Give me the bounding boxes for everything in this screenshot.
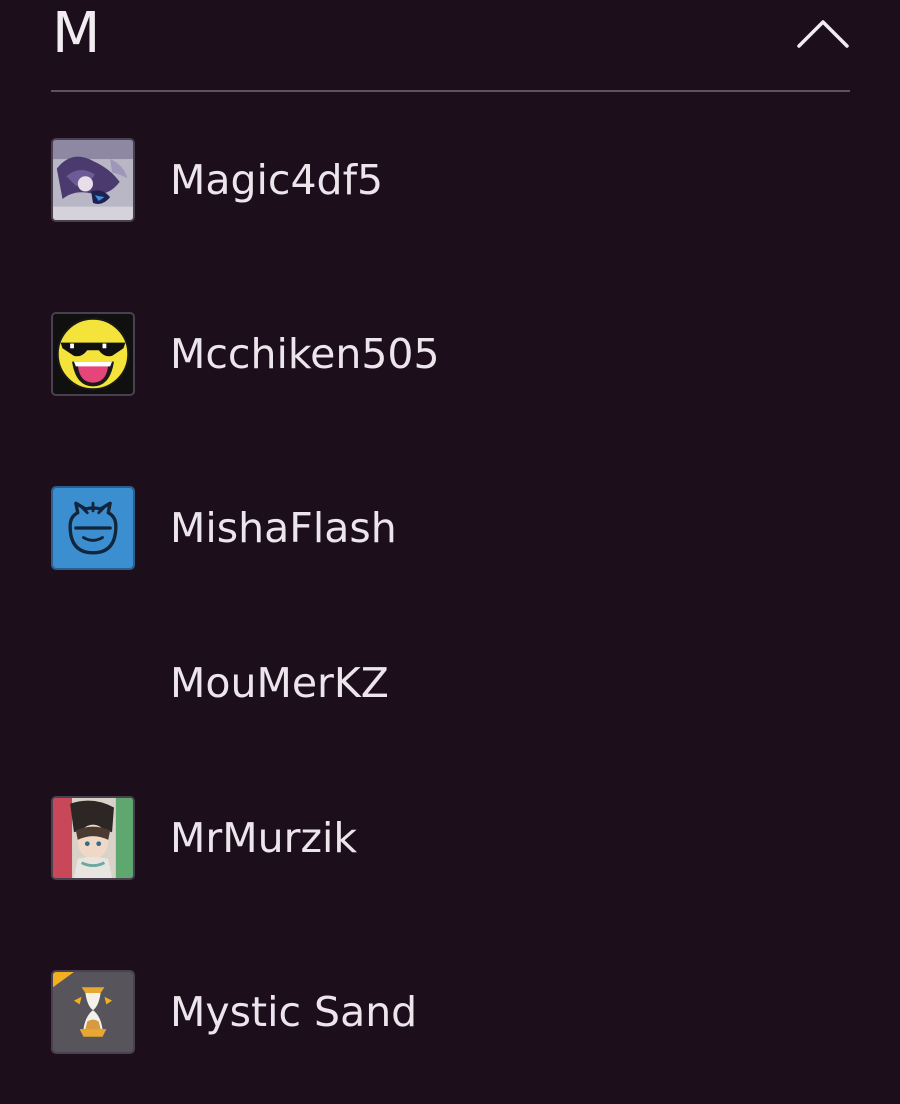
member-name[interactable]: Mystic Sand: [170, 988, 417, 1036]
member-row[interactable]: MishaFlash: [51, 486, 850, 570]
member-row[interactable]: Mcchiken505: [51, 312, 850, 396]
avatar[interactable]: [51, 486, 135, 570]
anime-character-avatar-icon: [53, 140, 133, 220]
avatar[interactable]: [51, 138, 135, 222]
hourglass-avatar-icon: [53, 972, 133, 1052]
blue-cat-face-avatar-icon: [53, 488, 133, 568]
avatar[interactable]: [51, 312, 135, 396]
member-name[interactable]: MouMerKZ: [170, 659, 389, 707]
chevron-up-icon[interactable]: [796, 12, 850, 56]
member-name[interactable]: Magic4df5: [170, 156, 383, 204]
member-list-screen: M Magic4df5 Mcchiken505 MishaFlash MouMe…: [0, 0, 900, 1104]
member-row[interactable]: MouMerKZ: [51, 641, 850, 725]
member-name[interactable]: MrMurzik: [170, 814, 357, 862]
member-row[interactable]: Magic4df5: [51, 138, 850, 222]
sunglasses-smiley-avatar-icon: [53, 314, 133, 394]
member-name[interactable]: Mcchiken505: [170, 330, 440, 378]
section-header[interactable]: M: [51, 0, 850, 92]
member-row[interactable]: MrMurzik: [51, 796, 850, 880]
member-name[interactable]: MishaFlash: [170, 504, 397, 552]
avatar[interactable]: [51, 641, 135, 725]
anime-portrait-avatar-icon: [53, 798, 133, 878]
avatar[interactable]: [51, 970, 135, 1054]
member-row[interactable]: Mystic Sand: [51, 970, 850, 1054]
section-letter: M: [52, 1, 101, 66]
avatar[interactable]: [51, 796, 135, 880]
